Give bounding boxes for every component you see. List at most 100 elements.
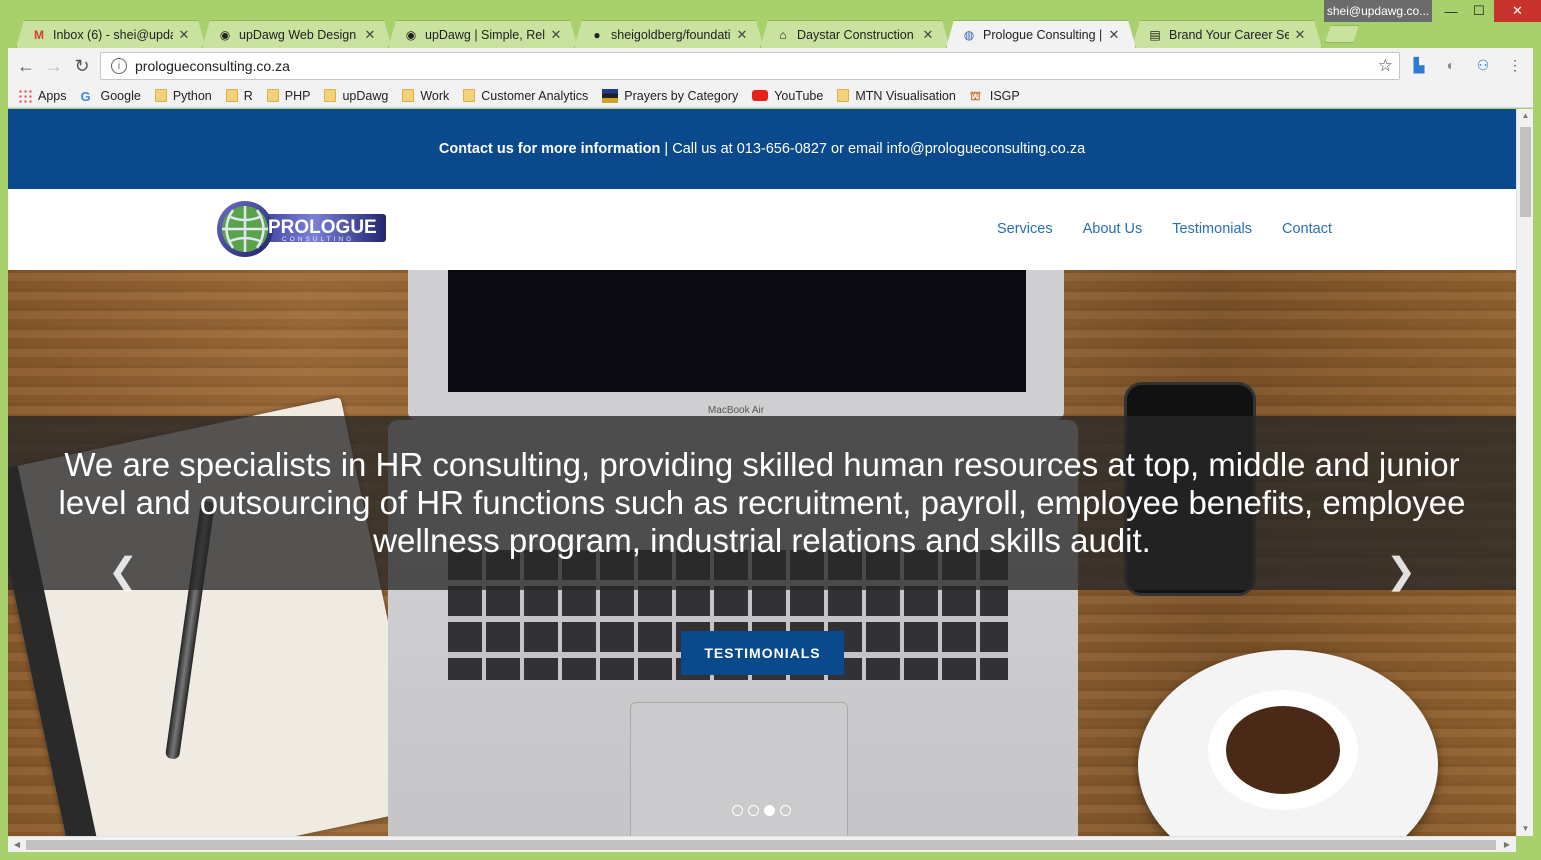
tab-updawg-web-design[interactable]: ◉ upDawg Web Design ✕ (202, 20, 392, 48)
nav-testimonials[interactable]: Testimonials (1172, 221, 1252, 237)
bookmark-google[interactable]: G Google (80, 88, 141, 104)
bookmark-star-icon[interactable]: ☆ (1378, 56, 1393, 76)
bookmark-php[interactable]: PHP (266, 89, 310, 103)
close-icon[interactable]: ✕ (363, 27, 377, 43)
extension-icon[interactable]: ◐ (1442, 56, 1460, 74)
contact-bar: Contact us for more information | Call u… (8, 109, 1516, 189)
scroll-down-icon[interactable]: ▼ (1517, 822, 1534, 836)
gmail-icon: M (34, 27, 44, 42)
new-tab-button[interactable] (1325, 25, 1359, 43)
tab-daystar[interactable]: ⌂ Daystar Construction | F ✕ (760, 20, 950, 48)
browser-toolbar: ← → ↻ i prologueconsulting.co.za ☆ ▙ ◐ ⚇… (8, 48, 1533, 84)
analytics-extension-icon[interactable]: ▙ (1410, 56, 1428, 74)
close-icon[interactable]: ✕ (1107, 27, 1121, 43)
laptop-brand-label: MacBook Air (707, 405, 765, 416)
maximize-icon[interactable]: ☐ (1464, 0, 1494, 22)
nav-about-us[interactable]: About Us (1083, 221, 1143, 237)
site-header: PROLOGUE CONSULTING Services About Us Te… (8, 189, 1516, 270)
menu-icon[interactable]: ⋮ (1506, 56, 1524, 74)
vertical-scrollbar[interactable]: ▲ ▼ (1516, 109, 1533, 836)
bookmark-youtube[interactable]: YouTube (752, 89, 823, 103)
nav-services[interactable]: Services (997, 221, 1053, 237)
carousel-next-icon[interactable]: ❯ (1386, 550, 1416, 592)
scroll-right-icon[interactable]: ▶ (1500, 837, 1514, 853)
bookmark-isgp[interactable]: ⛫ ISGP (970, 89, 1020, 103)
bookmark-updawg[interactable]: upDawg (324, 89, 388, 103)
carousel-dot-3[interactable] (764, 805, 775, 816)
close-icon[interactable]: ✕ (921, 27, 935, 43)
user-extension-icon[interactable]: ⚇ (1474, 56, 1492, 74)
horizontal-scroll-thumb[interactable] (26, 840, 1496, 850)
bookmark-customer-analytics[interactable]: Customer Analytics (463, 89, 588, 103)
reload-icon[interactable]: ↻ (70, 54, 94, 78)
logo-sub-text: CONSULTING (282, 236, 354, 243)
bookmark-python[interactable]: Python (154, 89, 212, 103)
hero-carousel: MacBook Air We are specialists in HR con… (8, 270, 1516, 836)
folder-icon (266, 89, 279, 102)
hero-caption: We are specialists in HR consulting, pro… (58, 446, 1466, 559)
forward-icon[interactable]: → (42, 54, 66, 78)
youtube-icon (752, 90, 769, 101)
home-icon: ⌂ (779, 27, 787, 42)
tab-github[interactable]: ● sheigoldberg/foundatic ✕ (574, 20, 764, 48)
minimize-icon[interactable]: — (1436, 0, 1466, 22)
address-text: prologueconsulting.co.za (135, 58, 290, 74)
tab-prologue[interactable]: ◍ Prologue Consulting | Y ✕ (946, 20, 1136, 48)
tab-strip: M Inbox (6) - shei@updaw ✕ ◉ upDawg Web … (0, 0, 1541, 48)
page-viewport: Contact us for more information | Call u… (8, 109, 1516, 836)
logo-main-text: PROLOGUE (268, 217, 377, 238)
laptop-lid-image: MacBook Air (408, 270, 1064, 420)
bookmark-mtn[interactable]: MTN Visualisation (837, 89, 956, 103)
folder-icon (837, 89, 850, 102)
horizontal-scrollbar[interactable]: ◀ ▶ (8, 836, 1516, 852)
contact-bar-details: | Call us at 013-656-0827 or email info@… (660, 141, 1086, 157)
address-bar[interactable]: i prologueconsulting.co.za ☆ (100, 52, 1400, 80)
tab-brand-career[interactable]: ▤ Brand Your Career Serv ✕ (1132, 20, 1322, 48)
contact-bar-heading: Contact us for more information (438, 141, 661, 157)
hero-caption-band: We are specialists in HR consulting, pro… (8, 416, 1516, 590)
carousel-indicators (732, 805, 791, 816)
browser-window: M Inbox (6) - shei@updaw ✕ ◉ upDawg Web … (0, 0, 1541, 860)
info-icon[interactable]: i (111, 58, 127, 74)
carousel-prev-icon[interactable]: ❮ (108, 550, 138, 592)
folder-icon (154, 89, 167, 102)
folder-icon (463, 89, 476, 102)
bookmark-prayers[interactable]: Prayers by Category (602, 88, 738, 103)
back-icon[interactable]: ← (14, 54, 38, 78)
carousel-dot-4[interactable] (780, 805, 791, 816)
profile-badge[interactable]: shei@updawg.co... (1324, 0, 1432, 22)
bookmark-apps[interactable]: Apps (18, 88, 67, 103)
prologue-logo[interactable]: PROLOGUE CONSULTING (216, 198, 388, 260)
close-icon[interactable]: ✕ (549, 27, 563, 43)
folder-icon (324, 89, 337, 102)
tab-updawg-simple[interactable]: ◉ upDawg | Simple, Relial ✕ (388, 20, 578, 48)
window-close-icon[interactable]: ✕ (1494, 0, 1541, 22)
prologue-icon: ◍ (963, 27, 975, 42)
scroll-left-icon[interactable]: ◀ (10, 837, 24, 853)
close-icon[interactable]: ✕ (735, 27, 749, 43)
github-icon: ● (593, 27, 601, 42)
updawg-icon: ◉ (405, 27, 417, 42)
apps-icon (18, 88, 32, 103)
carousel-dot-1[interactable] (732, 805, 743, 816)
testimonials-button[interactable]: TESTIMONIALS (681, 631, 844, 675)
scroll-up-icon[interactable]: ▲ (1517, 109, 1534, 123)
vertical-scroll-thumb[interactable] (1520, 127, 1531, 217)
laptop-screen-image (448, 270, 1026, 392)
close-icon[interactable]: ✕ (1293, 27, 1307, 43)
tab-inbox[interactable]: M Inbox (6) - shei@updaw ✕ (16, 20, 206, 48)
google-icon: G (80, 88, 91, 104)
nav-contact[interactable]: Contact (1282, 221, 1332, 237)
folder-icon (402, 89, 415, 102)
isgp-icon: ⛫ (969, 88, 981, 103)
bookmarks-bar: Apps G Google Python R PHP upDawg Work Cu… (8, 84, 1533, 108)
flag-icon (602, 88, 619, 103)
folder-icon (225, 89, 238, 102)
close-icon[interactable]: ✕ (177, 27, 191, 43)
updawg-icon: ◉ (219, 27, 231, 42)
main-nav: Services About Us Testimonials Contact (997, 221, 1332, 237)
brand-icon: ▤ (1149, 27, 1161, 42)
bookmark-work[interactable]: Work (402, 89, 449, 103)
bookmark-r[interactable]: R (225, 89, 253, 103)
carousel-dot-2[interactable] (748, 805, 759, 816)
